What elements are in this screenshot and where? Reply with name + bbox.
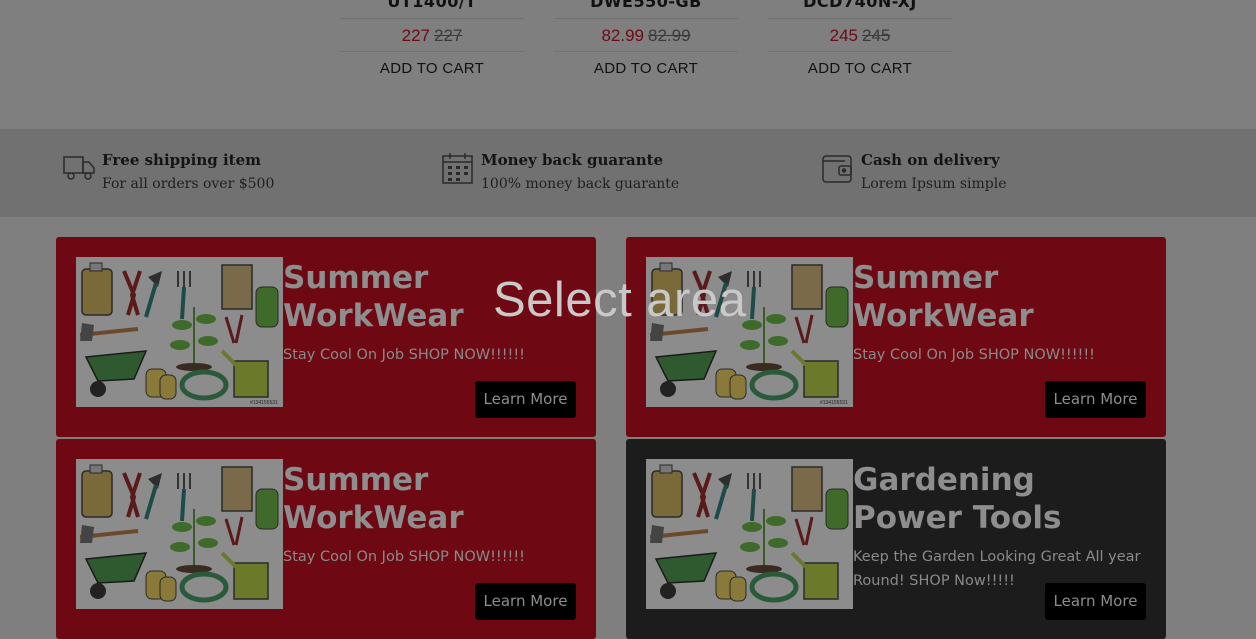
product-model[interactable]: DWE550-GB [554,0,738,19]
banner-title: Gardening Power Tools [853,462,1062,536]
feature-subtitle: Lorem Ipsum simple [861,176,1007,192]
feature-subtitle: For all orders over $500 [102,176,275,192]
product-price: 245 [829,26,858,45]
banner-text: Stay Cool On Job SHOP NOW!!!!!! [853,347,1095,363]
product-price-row: 245 245 [768,19,952,52]
product-card: DWE550-GB 82.99 82.99 ADD TO CART [554,0,738,78]
garden-tools-image [646,459,853,609]
promo-banner[interactable]: Gardening Power Tools Keep the Garden Lo… [626,439,1166,639]
banner-title: Summer WorkWear [853,260,1034,334]
add-to-cart-button[interactable]: ADD TO CART [594,60,698,77]
feature-title: Cash on delivery [861,151,1000,169]
product-old-price: 245 [862,26,891,45]
garden-tools-image [76,459,283,609]
product-price: 82.99 [601,26,644,45]
features-bar: Free shipping item For all orders over $… [0,129,1256,217]
product-old-price: 227 [434,26,463,45]
image-caption: #134155531 [250,400,278,406]
wallet-icon [821,151,855,185]
product-price: 227 [401,26,430,45]
learn-more-button[interactable]: Learn More [1045,583,1146,620]
product-card: DCD740N-XJ 245 245 ADD TO CART [768,0,952,78]
banner-text: Stay Cool On Job SHOP NOW!!!!!! [283,347,525,363]
promo-banner[interactable]: #134155531 Summer WorkWear Stay Cool On … [626,237,1166,437]
promo-banner[interactable]: Summer WorkWear Stay Cool On Job SHOP NO… [56,439,596,639]
calendar-icon [441,151,475,185]
banner-title: Summer WorkWear [283,260,464,334]
learn-more-button[interactable]: Learn More [475,381,576,418]
product-model[interactable]: DCD740N-XJ [768,0,952,19]
garden-tools-image: #134155531 [76,257,283,407]
banner-title: Summer WorkWear [283,462,464,536]
product-model[interactable]: UT1400/T [340,0,524,19]
learn-more-button[interactable]: Learn More [1045,381,1146,418]
image-caption: #134155531 [820,400,848,406]
product-old-price: 82.99 [648,26,691,45]
truck-icon [62,151,96,185]
promo-banner[interactable]: #134155531 Summer WorkWear Stay Cool On … [56,237,596,437]
feature-subtitle: 100% money back guarante [481,176,680,192]
product-price-row: 227 227 [340,19,524,52]
add-to-cart-button[interactable]: ADD TO CART [808,60,912,77]
learn-more-button[interactable]: Learn More [475,583,576,620]
banner-text: Stay Cool On Job SHOP NOW!!!!!! [283,549,525,565]
product-grid: UT1400/T 227 227 ADD TO CART DWE550-GB 82… [0,0,1256,129]
garden-tools-image: #134155531 [646,257,853,407]
feature-title: Free shipping item [102,151,261,169]
add-to-cart-button[interactable]: ADD TO CART [380,60,484,77]
product-card: UT1400/T 227 227 ADD TO CART [340,0,524,78]
feature-title: Money back guarante [481,151,664,169]
product-price-row: 82.99 82.99 [554,19,738,52]
